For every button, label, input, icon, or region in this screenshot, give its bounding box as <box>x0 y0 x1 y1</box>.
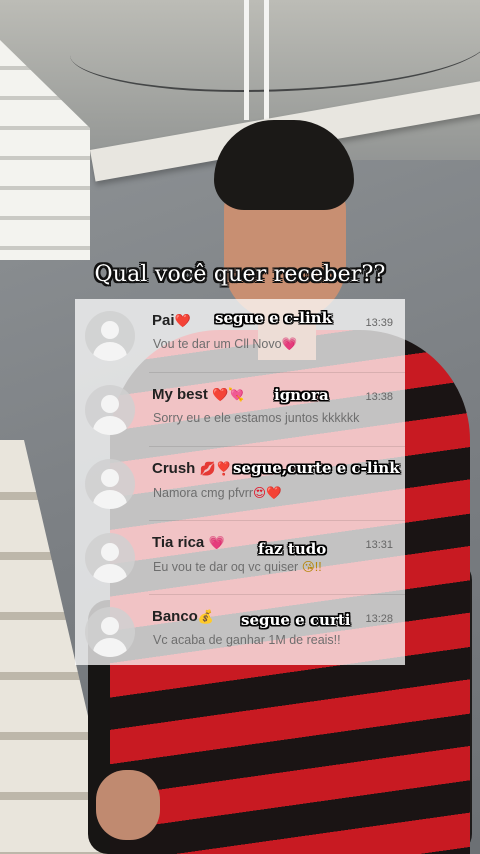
overlay-caption-banco: segue e curti <box>241 611 351 629</box>
chat-list: Pai❤️ 13:39 Vou te dar um Cll Novo💗 My b… <box>75 299 405 665</box>
default-user-avatar-icon <box>85 385 135 435</box>
chat-row-banco[interactable]: Banco💰 13:28 Vc acaba de ganhar 1M de re… <box>75 595 405 669</box>
heart-eyes-emoji-icon: 😍❤️ <box>253 486 282 500</box>
heart-emoji-icon: ❤️ <box>174 313 191 328</box>
chat-time: 13:38 <box>365 391 393 403</box>
kiss-heart-emoji-icon: 💋❣️ <box>199 461 232 476</box>
background-pole <box>264 0 269 120</box>
chat-preview: Sorry eu e ele estamos juntos kkkkkk <box>153 411 360 425</box>
question-caption: Qual você quer receber?? <box>94 262 386 287</box>
hearts-emoji-icon: ❤️💘 <box>212 387 245 402</box>
chat-preview: Vou te dar um Cll Novo💗 <box>153 337 298 351</box>
chat-preview: Eu vou te dar oq vc quiser 😘!! <box>153 560 322 574</box>
pink-heart-emoji-icon: 💗 <box>208 535 225 550</box>
overlay-caption-crush: segue,curte e c-link <box>233 459 400 477</box>
chat-row-my-best[interactable]: My best ❤️💘 13:38 Sorry eu e ele estamos… <box>75 373 405 447</box>
default-user-avatar-icon <box>85 311 135 361</box>
chat-name: My best ❤️💘 <box>152 386 245 403</box>
background-pole <box>244 0 249 120</box>
chat-time: 13:39 <box>365 317 393 329</box>
person-hand <box>96 770 160 840</box>
overlay-caption-tia-rica: faz tudo <box>258 540 327 558</box>
chat-preview: Namora cmg pfvrr😍❤️ <box>153 486 282 500</box>
heart-emoji-icon: 💗 <box>281 337 298 351</box>
overlay-caption-my-best: ignora <box>274 386 329 404</box>
chat-time: 13:28 <box>365 613 393 625</box>
chat-name: Crush 💋❣️ <box>152 460 232 477</box>
chat-time: 13:31 <box>365 539 393 551</box>
chat-row-tia-rica[interactable]: Tia rica 💗 13:31 Eu vou te dar oq vc qui… <box>75 521 405 595</box>
overlay-caption-pai: segue e c-link <box>215 309 332 327</box>
chat-name: Banco💰 <box>152 608 215 625</box>
default-user-avatar-icon <box>85 533 135 583</box>
chat-preview: Vc acaba de ganhar 1M de reais!! <box>153 633 341 647</box>
money-bag-emoji-icon: 💰 <box>197 609 215 624</box>
chat-name: Tia rica 💗 <box>152 534 225 551</box>
default-user-avatar-icon <box>85 459 135 509</box>
chat-name: Pai❤️ <box>152 312 191 329</box>
kiss-face-emoji-icon: 😘!! <box>301 560 322 574</box>
person-hair <box>214 120 354 210</box>
default-user-avatar-icon <box>85 607 135 657</box>
